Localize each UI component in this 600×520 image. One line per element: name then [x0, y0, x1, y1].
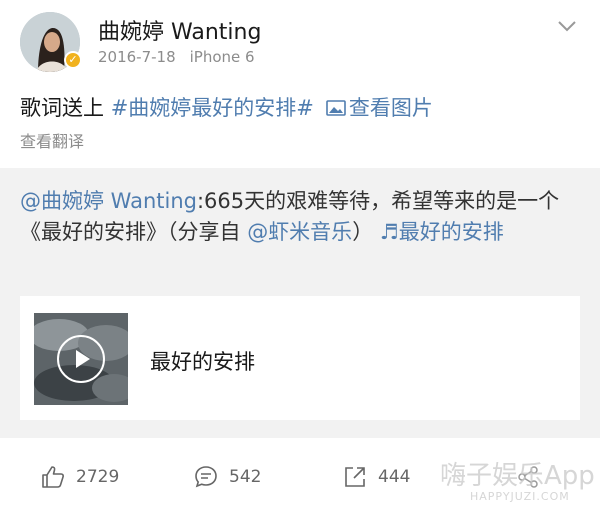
- repost-block[interactable]: @曲婉婷 Wanting:665天的艰难等待，希望等来的是一个《最好的安排》（分…: [0, 168, 600, 438]
- post-device: iPhone 6: [189, 48, 255, 66]
- thumbs-up-icon: [42, 466, 64, 488]
- music-card[interactable]: 最好的安排: [20, 296, 580, 420]
- repost-button[interactable]: 444: [342, 462, 410, 492]
- picture-icon: [326, 100, 346, 116]
- album-thumbnail[interactable]: [34, 313, 128, 405]
- repost-text: @曲婉婷 Wanting:665天的艰难等待，希望等来的是一个《最好的安排》（分…: [20, 186, 580, 248]
- view-picture-label: 查看图片: [348, 96, 433, 120]
- watermark-text: 嗨子娱乐App: [440, 461, 595, 491]
- chevron-down-icon[interactable]: [555, 14, 579, 38]
- like-button[interactable]: 2729: [40, 462, 119, 492]
- play-icon: [76, 350, 90, 368]
- repost-body-2: ）: [352, 220, 374, 244]
- username[interactable]: 曲婉婷 Wanting: [98, 14, 261, 46]
- post-body: 歌词送上: [20, 96, 111, 120]
- post-text: 歌词送上 #曲婉婷最好的安排# 查看图片: [20, 92, 433, 122]
- forward-icon: [345, 467, 365, 487]
- hashtag-link[interactable]: #曲婉婷最好的安排#: [111, 96, 314, 120]
- music-card-title: 最好的安排: [150, 350, 255, 374]
- watermark-subtext: HAPPYJUZI.COM: [470, 490, 570, 503]
- verified-badge-icon: ✓: [64, 51, 82, 69]
- mention-link[interactable]: @曲婉婷 Wanting: [20, 189, 197, 213]
- view-picture-link[interactable]: 查看图片: [326, 96, 433, 120]
- repost-count: 444: [378, 467, 411, 487]
- translate-link[interactable]: 查看翻译: [20, 128, 84, 152]
- post-date: 2016-7-18: [98, 48, 176, 66]
- source-mention-link[interactable]: @虾米音乐: [247, 220, 352, 244]
- like-count: 2729: [76, 467, 120, 487]
- post-header: ✓ 曲婉婷 Wanting 2016-7-18 iPhone 6: [0, 0, 600, 84]
- post-meta: 2016-7-18 iPhone 6: [98, 48, 255, 66]
- comment-icon: [195, 466, 217, 488]
- comment-count: 542: [229, 467, 262, 487]
- music-link[interactable]: ♬最好的安排: [380, 220, 504, 244]
- comment-button[interactable]: 542: [193, 462, 261, 492]
- play-button[interactable]: [57, 335, 105, 383]
